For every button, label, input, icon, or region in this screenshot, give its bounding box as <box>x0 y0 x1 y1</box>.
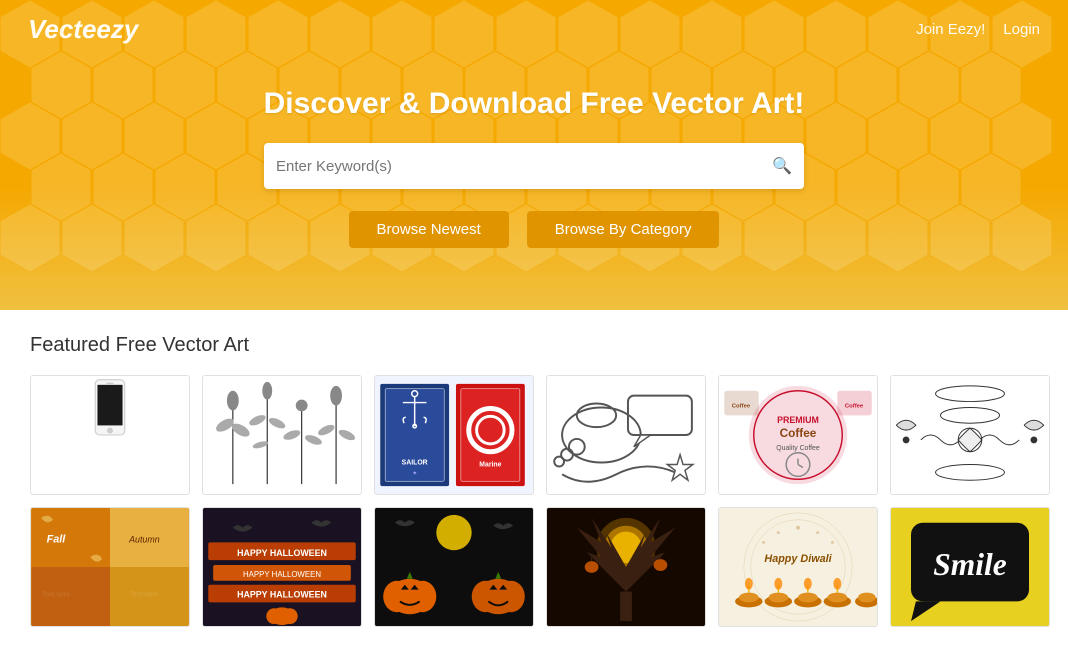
svg-text:Quality Coffee: Quality Coffee <box>776 445 820 452</box>
thumb-fall[interactable]: Fall Autumn Text here Text here <box>30 507 190 627</box>
hero-section: Vecteezy Join Eezy! Login Discover & Dow… <box>0 0 1068 310</box>
svg-text:SAILOR: SAILOR <box>402 460 428 467</box>
svg-text:Coffee: Coffee <box>780 426 817 440</box>
thumbnail-row-2: Fall Autumn Text here Text here HAPPY HA… <box>30 507 1038 627</box>
thumb-speech[interactable] <box>546 375 706 495</box>
top-nav: Vecteezy Join Eezy! Login <box>0 0 1068 59</box>
site-logo: Vecteezy <box>28 14 138 45</box>
svg-text:HAPPY HALLOWEEN: HAPPY HALLOWEEN <box>243 570 321 579</box>
thumb-halloween-pumpkin[interactable] <box>374 507 534 627</box>
thumb-halloween-tree[interactable] <box>546 507 706 627</box>
svg-text:Fall: Fall <box>47 533 67 545</box>
svg-text:HAPPY HALLOWEEN: HAPPY HALLOWEEN <box>237 548 327 558</box>
svg-text:★: ★ <box>412 470 417 476</box>
section-title: Featured Free Vector Art <box>30 334 1038 357</box>
svg-text:HAPPY HALLOWEEN: HAPPY HALLOWEEN <box>237 589 327 599</box>
thumb-phone[interactable] <box>30 375 190 495</box>
thumb-ornament[interactable] <box>890 375 1050 495</box>
thumb-halloween-banner[interactable]: HAPPY HALLOWEEN HAPPY HALLOWEEN HAPPY HA… <box>202 507 362 627</box>
search-icon[interactable]: 🔍 <box>772 156 792 176</box>
hero-content: Discover & Download Free Vector Art! 🔍 B… <box>0 59 1068 248</box>
browse-category-button[interactable]: Browse By Category <box>527 211 720 248</box>
thumbnail-row-1: SAILOR ★ Marine <box>30 375 1038 495</box>
join-link[interactable]: Join Eezy! <box>916 21 985 38</box>
main-content: Featured Free Vector Art <box>0 310 1068 659</box>
thumb-smile[interactable]: Smile <box>890 507 1050 627</box>
svg-text:Coffee: Coffee <box>732 403 751 409</box>
search-input[interactable] <box>276 158 772 175</box>
search-bar: 🔍 <box>264 143 804 189</box>
thumb-sailor[interactable]: SAILOR ★ Marine <box>374 375 534 495</box>
svg-text:Coffee: Coffee <box>845 403 864 409</box>
thumb-coffee[interactable]: PREMIUM Coffee Quality Coffee Coffee Cof… <box>718 375 878 495</box>
svg-text:Autumn: Autumn <box>128 534 160 544</box>
hero-title: Discover & Download Free Vector Art! <box>264 87 805 121</box>
thumb-floral[interactable] <box>202 375 362 495</box>
browse-buttons: Browse Newest Browse By Category <box>349 211 720 248</box>
svg-text:Smile: Smile <box>933 547 1006 582</box>
svg-text:Text here: Text here <box>130 592 158 599</box>
browse-newest-button[interactable]: Browse Newest <box>349 211 509 248</box>
nav-links: Join Eezy! Login <box>916 21 1040 38</box>
thumb-diwali[interactable]: Happy Diwali <box>718 507 878 627</box>
login-link[interactable]: Login <box>1003 21 1040 38</box>
svg-text:Text here: Text here <box>42 592 70 599</box>
svg-text:Happy Diwali: Happy Diwali <box>764 553 832 565</box>
svg-text:Marine: Marine <box>479 461 501 468</box>
svg-text:PREMIUM: PREMIUM <box>777 415 819 425</box>
